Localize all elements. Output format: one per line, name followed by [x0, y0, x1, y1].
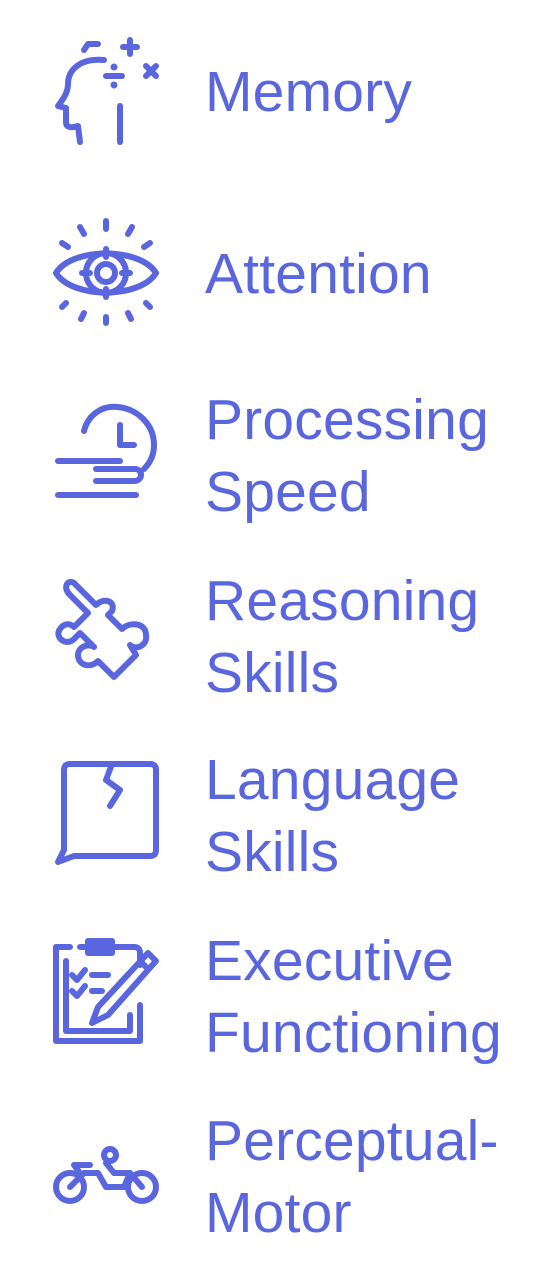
broken-speech-bubble-icon — [50, 754, 162, 866]
clipboard-pencil-icon — [50, 935, 162, 1047]
label-perceptual-motor: Perceptual- Motor — [205, 1109, 499, 1245]
bicycle-rider-icon — [50, 1115, 162, 1227]
label-processing-speed: Processing Speed — [205, 388, 489, 524]
head-math-icon — [50, 36, 162, 148]
label-language-skills: Language Skills — [205, 748, 461, 884]
label-memory: Memory — [205, 60, 413, 124]
clock-speed-icon — [50, 395, 162, 507]
label-attention: Attention — [205, 242, 432, 306]
puzzle-piece-icon — [50, 575, 162, 687]
eye-target-icon — [50, 215, 162, 327]
label-reasoning-skills: Reasoning Skills — [205, 569, 480, 705]
label-executive-functioning: Executive Functioning — [205, 929, 502, 1065]
cognitive-domains-list: Memory Attention Processing Speed Reason… — [0, 0, 558, 1281]
